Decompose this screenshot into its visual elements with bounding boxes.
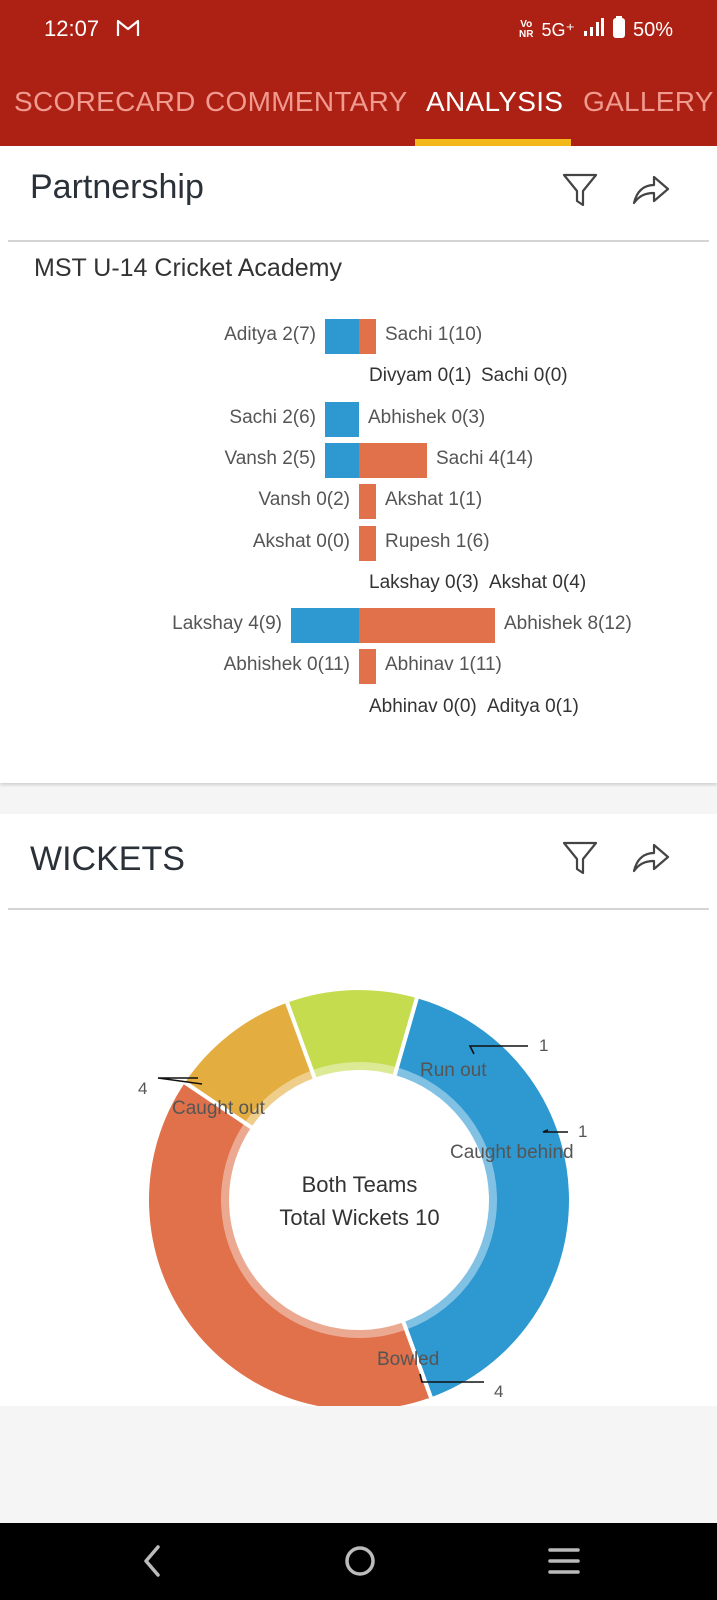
filter-icon[interactable] [562,172,598,213]
partnership-right-label: Abhishek 8(12) [504,613,632,635]
back-icon[interactable] [138,1541,166,1586]
tab-commentary[interactable]: COMMENTARY [205,86,408,118]
app-bar: 12:07 Vo NR 5G⁺ 50% SCORECARD COMMENTARY … [0,0,717,146]
empty-area [0,1406,717,1523]
partnership-left-label: Lakshay 4(9) [172,613,282,635]
tab-analysis[interactable]: ANALYSIS [426,86,563,118]
partnership-right-label: Sachi 0(0) [481,365,568,387]
partnership-right-label: Sachi 1(10) [385,324,483,345]
partnership-divider [8,240,709,242]
tab-bar: SCORECARD COMMENTARY ANALYSIS GALLERY [0,80,717,146]
partnership-card: Partnership MST U-14 Cricket Academy Adi… [0,146,717,783]
team-name: MST U-14 Cricket Academy [34,254,342,282]
partnership-left-label: Vansh 2(5) [224,447,316,469]
slice-label-run-out: Run out [420,1060,487,1081]
status-bar: 12:07 Vo NR 5G⁺ 50% [0,0,717,60]
donut-center-line1: Both Teams [301,1172,418,1197]
partnership-bar-right [359,525,376,561]
partnership-right-label: Sachi 4(14) [436,447,534,469]
partnership-left-label: Aditya 2(7) [224,324,316,345]
slice-value-caught-out: 4 [138,1079,148,1098]
partnership-right-label: Akshat 1(1) [385,489,483,511]
partnership-left-label: Sachi 2(6) [229,406,316,428]
partnership-right-label: Abhishek 0(3) [368,406,486,428]
share-icon[interactable] [632,174,670,211]
slice-value-run-out: 1 [539,1036,549,1055]
partnership-right-label: Akshat 0(4) [489,571,587,593]
system-nav-bar [0,1523,717,1600]
slice-label-caught-out: Caught out [172,1098,265,1119]
partnership-left-label: Akshat 0(0) [252,530,350,552]
slice-value-caught-behind: 1 [578,1122,588,1141]
partnership-left-label: Divyam 0(1) [369,365,472,387]
partnership-bar-left [291,608,359,644]
signal-icon [583,17,605,43]
partnership-right-label: Abhinav 1(11) [385,654,502,676]
partnership-left-label: Abhinav 0(0) [369,695,477,717]
partnership-bar-right [359,442,427,478]
slice-value-bowled: 4 [494,1382,504,1401]
partnership-bar-right [359,484,376,520]
donut-center-line2: Total Wickets 10 [279,1205,440,1230]
battery-icon [612,16,625,44]
network-type: 5G⁺ [541,19,575,40]
battery-percent: 50% [632,18,673,41]
partnership-bar-right [359,608,495,644]
partnership-bar-left [325,442,359,478]
partnership-left-label: Lakshay 0(3) [369,571,479,593]
partnership-bar-left [325,401,359,437]
partnership-right-label: Aditya 0(1) [487,695,579,717]
partnership-right-label: Rupesh 1(6) [385,530,490,552]
slice-label-bowled: Bowled [377,1349,440,1370]
partnership-left-label: Abhishek 0(11) [223,654,350,676]
partnership-bar-right [359,319,376,354]
slice-label-caught-behind: Caught behind [450,1142,574,1163]
partnership-bar-left [325,319,359,354]
partnership-bar-right [359,649,376,685]
active-tab-indicator [415,139,571,146]
wickets-card: WICKETS Both Teams Total Wickets 10 Run … [0,814,717,1406]
home-icon[interactable] [342,1541,378,1586]
partnership-title: Partnership [30,168,204,206]
volte-icon: Vo NR [519,19,534,40]
partnership-left-label: Vansh 0(2) [258,489,350,511]
recents-icon[interactable] [546,1541,582,1586]
tab-gallery[interactable]: GALLERY [583,86,714,118]
status-right: Vo NR 5G⁺ 50% [519,16,673,44]
status-time: 12:07 [44,16,100,41]
tab-scorecard[interactable]: SCORECARD [14,86,196,118]
gmail-icon [116,18,140,43]
wickets-donut-chart [145,986,573,1406]
